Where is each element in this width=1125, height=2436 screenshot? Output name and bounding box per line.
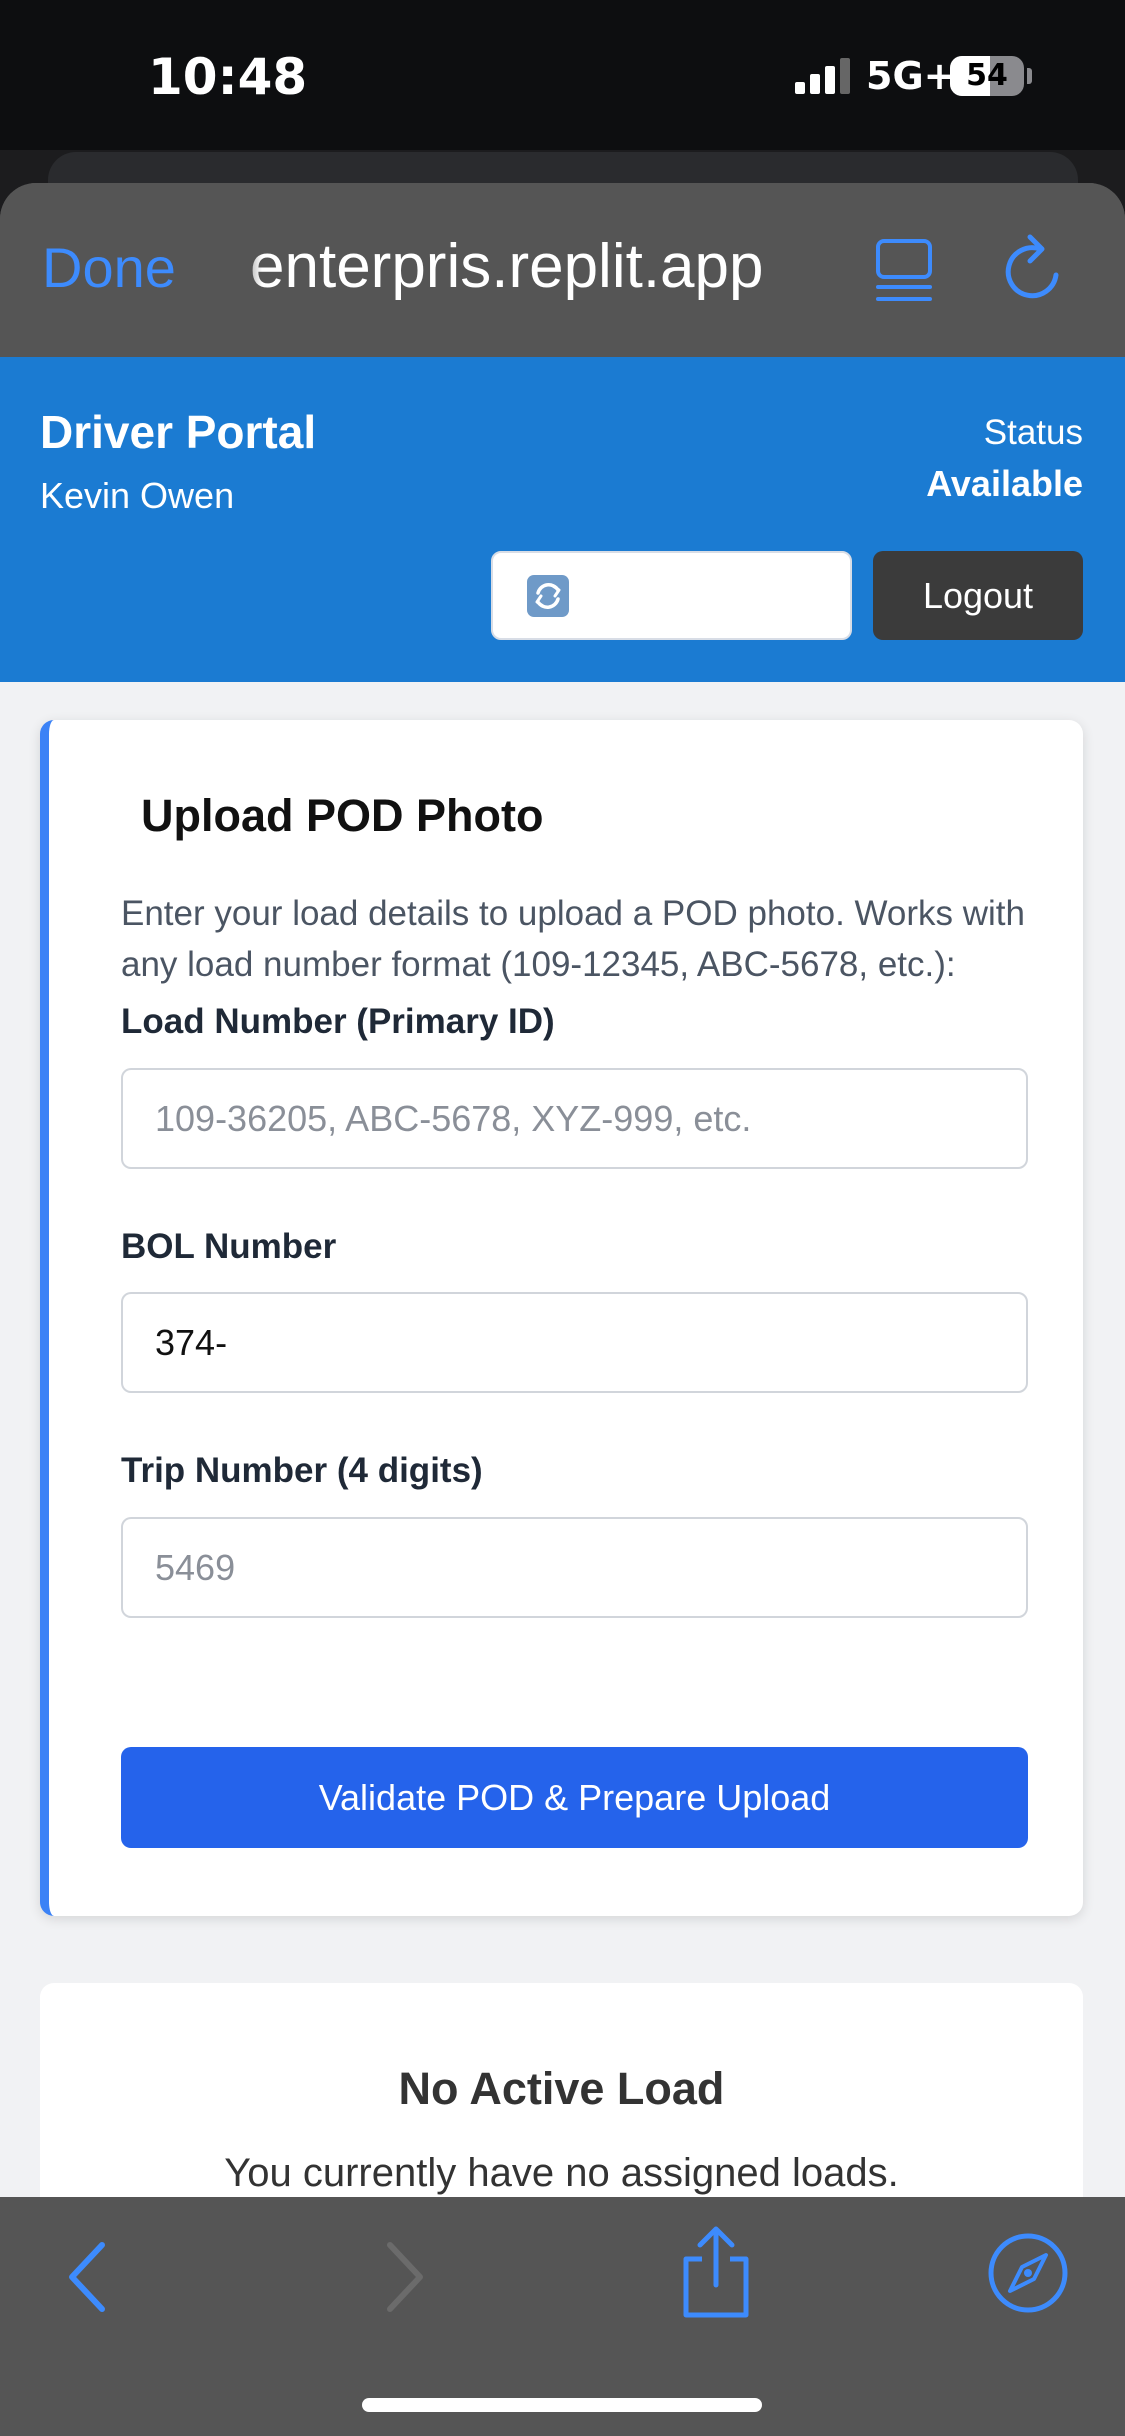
home-indicator [362, 2398, 762, 2412]
refresh-emoji-icon [527, 575, 569, 617]
upload-pod-card: Upload POD Photo Enter your load details… [40, 720, 1083, 1916]
compass-icon[interactable] [986, 2231, 1070, 2320]
status-value: Available [926, 463, 1083, 504]
battery-icon: 54 [950, 56, 1024, 96]
load-number-label: Load Number (Primary ID) [121, 1002, 555, 1041]
reload-icon[interactable] [1000, 233, 1068, 305]
bol-number-input[interactable] [121, 1292, 1028, 1393]
load-number-input[interactable] [121, 1068, 1028, 1169]
status-bar: 10:48 5G+ 54 [0, 0, 1125, 150]
page-title: Driver Portal [40, 406, 317, 458]
card-title: Upload POD Photo [141, 790, 544, 841]
battery-level: 54 [966, 58, 1008, 93]
logout-button[interactable]: Logout [873, 551, 1083, 640]
card-description: Enter your load details to upload a POD … [121, 894, 1026, 984]
safari-view-sheet: Done enterpris.replit.app Driver Portal … [0, 183, 1125, 2436]
url-display[interactable]: enterpris.replit.app [232, 231, 832, 302]
network-type: 5G+ [866, 54, 956, 98]
reader-mode-icon[interactable] [874, 235, 934, 305]
browser-top-bar: Done enterpris.replit.app [0, 183, 1125, 357]
no-load-title: No Active Load [398, 2063, 725, 2114]
no-load-text: You currently have no assigned loads. [224, 2151, 899, 2195]
web-page: Driver Portal Kevin Owen Status Availabl… [0, 357, 1125, 2197]
cellular-signal-icon [795, 58, 851, 94]
trip-number-label: Trip Number (4 digits) [121, 1451, 483, 1490]
portal-header: Driver Portal Kevin Owen Status Availabl… [0, 357, 1125, 682]
share-icon[interactable] [676, 2225, 756, 2326]
status-label: Status [983, 413, 1083, 452]
back-chevron-icon[interactable] [62, 2237, 112, 2322]
done-button[interactable]: Done [42, 235, 176, 300]
status-time: 10:48 [148, 48, 308, 106]
validate-pod-button[interactable]: Validate POD & Prepare Upload [121, 1747, 1028, 1848]
forward-chevron-icon[interactable] [380, 2237, 430, 2322]
driver-name: Kevin Owen [40, 475, 235, 516]
trip-number-input[interactable] [121, 1517, 1028, 1618]
no-active-load-card: No Active Load You currently have no ass… [40, 1983, 1083, 2197]
bol-number-label: BOL Number [121, 1227, 337, 1266]
refresh-button[interactable] [491, 551, 852, 640]
